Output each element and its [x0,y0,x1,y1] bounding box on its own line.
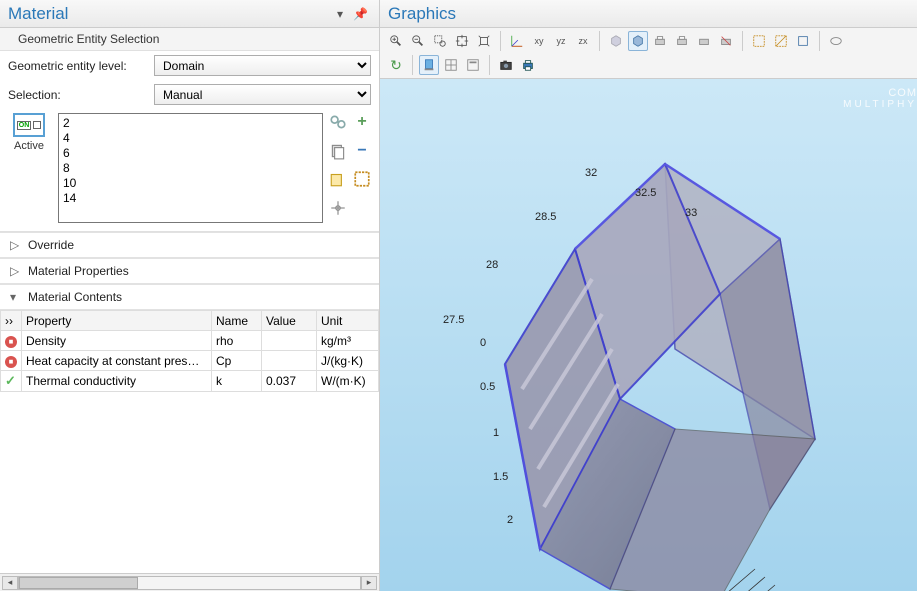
snapshot-icon[interactable] [496,55,516,75]
paste-icon[interactable] [329,142,347,160]
print-icon[interactable] [650,31,670,51]
material-properties-section[interactable]: ▷Material Properties [0,258,379,284]
scrollbar-thumb[interactable] [19,577,138,589]
domain-selection-list[interactable]: 2 4 6 8 10 14 [58,113,323,223]
axis-tick: 33 [685,207,697,219]
material-contents-table: ›› Property Name Value Unit ⏹ Density rh… [0,310,379,392]
list-item[interactable]: 14 [63,191,318,206]
toggle-selection-icon[interactable] [329,113,347,131]
material-panel: Material ▾ 📌 Geometric Entity Selection … [0,0,380,591]
default-view-icon[interactable] [507,31,527,51]
list-item[interactable]: 6 [63,146,318,161]
chevron-right-icon: ▷ [10,238,20,252]
print3-icon[interactable] [694,31,714,51]
horizontal-scrollbar[interactable]: ◂ ▸ [0,573,379,591]
axis-tick: 1.5 [493,471,508,483]
zoom-selection-icon[interactable] [329,199,347,217]
panel-header-tools: ▾ 📌 [334,7,371,21]
zoom-in-icon[interactable] [386,31,406,51]
material-contents-table-wrap: ›› Property Name Value Unit ⏹ Density rh… [0,310,379,573]
table-corner[interactable]: ›› [1,311,22,331]
axis-tick: 32.5 [635,187,656,199]
hide-icon[interactable] [826,31,846,51]
remove-icon[interactable]: − [353,142,371,160]
copy-icon[interactable] [329,170,347,188]
transparency-icon[interactable] [606,31,626,51]
axis-tick: 1 [493,427,499,439]
yz-view-icon[interactable]: yz [551,31,571,51]
panel-minimize-icon[interactable]: ▾ [334,7,346,21]
xy-view-icon[interactable]: xy [529,31,549,51]
col-value[interactable]: Value [262,311,317,331]
zoom-box-icon[interactable] [430,31,450,51]
graphics-panel: Graphics xy yz zx ↻ [380,0,917,591]
graphics-header: Graphics [380,0,917,28]
material-title: Material [8,4,334,24]
col-property[interactable]: Property [22,311,212,331]
axis-tick: 2 [507,514,513,526]
zx-view-icon[interactable]: zx [573,31,593,51]
brand-watermark: COM MULTIPHY [843,87,917,110]
panel-pin-icon[interactable]: 📌 [350,7,371,21]
entity-level-row: Geometric entity level: Domain [0,51,379,80]
graphics-title: Graphics [388,4,456,24]
override-section[interactable]: ▷Override [0,232,379,258]
select-box-icon[interactable] [793,31,813,51]
material-panel-header: Material ▾ 📌 [0,0,379,28]
print2-icon[interactable] [672,31,692,51]
scroll-right-icon[interactable]: ▸ [361,576,377,590]
selection-select[interactable]: Manual [154,84,371,105]
active-toggle[interactable]: ON [13,113,45,137]
graphics-viewport[interactable]: COM MULTIPHY [380,79,917,591]
model-3d[interactable] [420,129,900,591]
table-row[interactable]: ✓ Thermal conductivity k 0.037 W/(m·K) [1,371,379,392]
col-unit[interactable]: Unit [317,311,379,331]
list-item[interactable]: 8 [63,161,318,176]
active-label: Active [14,140,44,152]
entity-level-label: Geometric entity level: [8,59,148,73]
legend-icon[interactable] [463,55,483,75]
print-main-icon[interactable] [518,55,538,75]
axis-tick: 0.5 [480,381,495,393]
table-row[interactable]: ⏹ Heat capacity at constant pres… Cp J/(… [1,351,379,371]
zoom-extents-icon[interactable] [452,31,472,51]
col-name[interactable]: Name [212,311,262,331]
list-item[interactable]: 2 [63,116,318,131]
chevron-down-icon: ▾ [10,290,20,304]
axis-tick: 27.5 [443,314,464,326]
grid-icon[interactable] [441,55,461,75]
zoom-selected-icon[interactable] [474,31,494,51]
scene-light-icon[interactable] [419,55,439,75]
selection-tools: + − [329,113,373,223]
clear-selection-icon[interactable] [353,170,371,188]
graphics-toolbar: xy yz zx ↻ [380,28,917,79]
stop-icon: ⏹ [5,356,17,368]
stop-icon: ⏹ [5,336,17,348]
select-all-icon[interactable] [749,31,769,51]
selection-row: Selection: Manual [0,80,379,109]
check-icon: ✓ [5,373,16,388]
refresh-icon[interactable]: ↻ [386,55,406,75]
axis-tick: 32 [585,167,597,179]
entity-level-select[interactable]: Domain [154,55,371,76]
table-row[interactable]: ⏹ Density rho kg/m³ [1,331,379,351]
chevron-right-icon: ▷ [10,264,20,278]
geometric-entity-selection-heading: Geometric Entity Selection [0,28,379,51]
add-icon[interactable]: + [353,113,371,131]
print4-icon[interactable] [716,31,736,51]
select-none-icon[interactable] [771,31,791,51]
scroll-left-icon[interactable]: ◂ [2,576,18,590]
selection-label: Selection: [8,88,148,102]
zoom-out-icon[interactable] [408,31,428,51]
selection-area: ON Active 2 4 6 8 10 14 + − [0,109,379,232]
list-item[interactable]: 10 [63,176,318,191]
axis-tick: 0 [480,337,486,349]
axis-tick: 28 [486,259,498,271]
list-item[interactable]: 4 [63,131,318,146]
wireframe-icon[interactable] [628,31,648,51]
material-contents-section[interactable]: ▾Material Contents [0,284,379,310]
active-column: ON Active [6,113,52,223]
axis-tick: 28.5 [535,211,556,223]
